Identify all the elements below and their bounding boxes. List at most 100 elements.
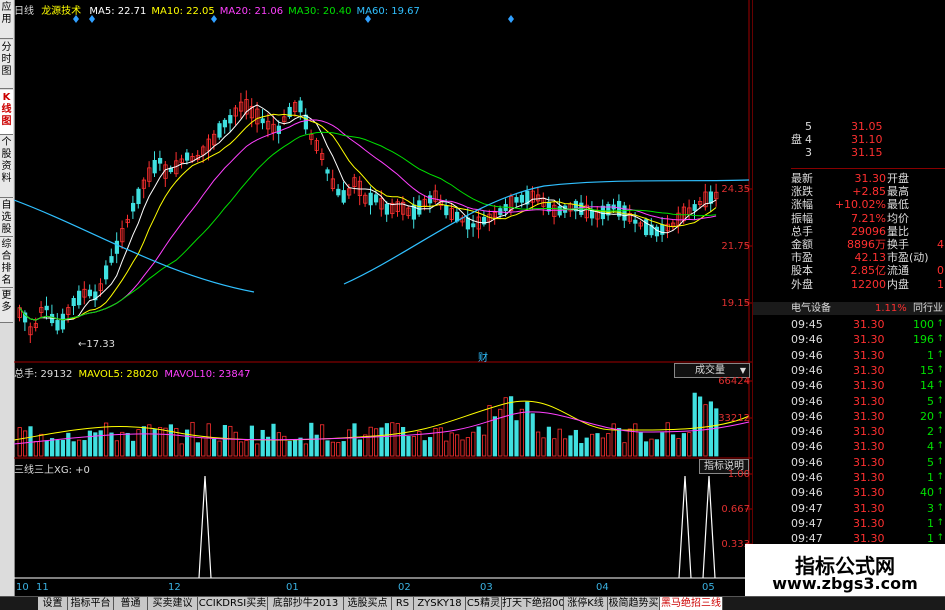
order-book-level: 5 (805, 120, 812, 133)
tick-row: 09:46 31.30 196 ↑ (753, 333, 945, 346)
sidebar-tab-4[interactable]: 自选股 (0, 198, 13, 237)
volume-bar (541, 437, 546, 457)
bottom-tab-9[interactable]: C5精灵 (466, 597, 502, 610)
tick-time: 09:46 (791, 471, 823, 484)
low-price-marker: ←17.33 (78, 339, 116, 350)
volume-bar (514, 420, 519, 457)
volume-bar (698, 396, 703, 457)
tick-time: 09:47 (791, 501, 823, 515)
bottom-tab-10[interactable]: 打天下绝招00 (502, 597, 564, 610)
period-label: 日线 (14, 6, 34, 17)
bottom-tab-2[interactable]: 普通 (114, 597, 148, 610)
volume-bar (363, 434, 368, 457)
candle-body (222, 119, 227, 128)
bottom-tab-0[interactable]: 设置 (38, 597, 68, 610)
volume-bar (671, 434, 676, 457)
volume-bar (238, 441, 244, 457)
volume-bar (104, 422, 109, 457)
candle-body (114, 240, 119, 254)
bottom-tab-8[interactable]: ZYSKY18 (414, 597, 466, 610)
sector-row[interactable]: 电气设备 1.11% 同行业 (753, 302, 945, 315)
volume-bar (417, 431, 422, 457)
candle-body (276, 125, 282, 134)
ma-legend: MA5: 22.71 MA10: 22.05 MA20: 21.06 MA30: 20… (84, 6, 420, 17)
bottom-tab-3[interactable]: 买卖建议 (148, 597, 198, 610)
candle-body (152, 160, 157, 174)
volume-bar (406, 436, 411, 457)
tick-volume: 196 (913, 333, 934, 347)
dropdown-label: 成交量 (695, 365, 725, 376)
volume-bar (141, 426, 146, 457)
volume-bar (368, 426, 373, 457)
stat-label: 股本 (791, 264, 813, 278)
volume-bar (195, 442, 200, 457)
signal-spike (678, 475, 692, 579)
sidebar-tab-5[interactable]: 综合排名 (0, 237, 13, 288)
order-book-level: 3 (805, 146, 812, 159)
chart-area[interactable]: 日线 龙源技术 MA5: 22.71 MA10: 22.05 MA20: 21.06… (14, 0, 752, 580)
candle-body (465, 217, 471, 230)
up-arrow-icon: ↑ (936, 364, 944, 375)
volume-bar (66, 432, 71, 457)
tick-volume: 2 (927, 425, 934, 439)
sidebar-tab-6[interactable]: 更多 (0, 288, 13, 323)
bottom-tab-1[interactable]: 指标平台 (68, 597, 114, 610)
up-arrow-icon: ↑ (936, 441, 944, 452)
volume-bar (352, 423, 357, 457)
quote-panel: 5 31.05 盘 4 31.10 3 31.15 最新 31.30 开盘 涨跌 +2.85 最高 涨幅 +… (752, 0, 945, 596)
up-arrow-icon: ↑ (936, 426, 944, 437)
tick-time: 09:46 (791, 363, 823, 377)
volume-header: 总手: 29132 MAVOL5: 28020 MAVOL10: 23847 (14, 365, 250, 380)
tick-volume: 15 (920, 363, 934, 377)
sidebar-tab-3[interactable]: 个股资料 (0, 135, 13, 198)
quote-stat-row: 涨幅 +10.02% 最低 (753, 198, 945, 211)
volume-bar (595, 433, 600, 457)
volume-bar (600, 437, 606, 457)
volume-bar (228, 425, 233, 457)
financial-event-marker[interactable]: 财 (478, 349, 488, 364)
volume-bar (676, 438, 681, 457)
bottom-tab-12[interactable]: 极简趋势买 (608, 597, 660, 610)
time-axis: 10 11 12 01 02 03 04 05 (14, 580, 752, 596)
stat-label-2: 内盘 (887, 277, 909, 291)
candle-body (444, 205, 449, 216)
volume-bar (687, 432, 692, 457)
sidebar-tab-2[interactable]: K线图 (0, 90, 13, 135)
candle-body (692, 204, 697, 211)
bottom-tab-6[interactable]: 选股买点 (344, 597, 392, 610)
volume-bar (60, 439, 66, 457)
volume-bar (87, 430, 92, 457)
stat-label: 总手 (791, 224, 813, 238)
sidebar-tab-1[interactable]: 分时图 (0, 40, 13, 89)
bottom-tab-13[interactable]: 黑马绝招三线 (660, 597, 723, 610)
bottom-tab-11[interactable]: 涨停K线 (564, 597, 608, 610)
tick-time: 09:46 (791, 379, 823, 393)
order-book-level: 4 (805, 133, 812, 146)
total-volume-label: 总手: 29132 (14, 369, 73, 380)
sidebar-tab-0[interactable]: 应用 (0, 0, 13, 39)
order-book-row: 盘 4 31.10 (753, 133, 945, 146)
tick-volume: 1 (927, 348, 934, 362)
tick-row: 09:46 31.30 20 ↑ (753, 410, 945, 423)
bottom-tab-5[interactable]: 底部抄牛2013 (268, 597, 344, 610)
tick-price: 31.30 (853, 394, 885, 408)
volume-bar (584, 437, 589, 457)
volume-bar (427, 437, 433, 457)
indicator-header: 三线三上XG: +0 (14, 465, 90, 476)
stat-value-2: 4 (937, 238, 944, 251)
bottom-tab-7[interactable]: RS (392, 597, 414, 610)
volume-bar (660, 432, 665, 457)
bottom-tab-4[interactable]: CCIKDRSI买卖 (198, 597, 268, 610)
tick-row: 09:46 31.30 14 ↑ (753, 379, 945, 392)
order-book-side: 盘 (791, 133, 802, 146)
indicator-tick-1: 1.00 (727, 469, 750, 480)
volume-bar (654, 439, 660, 457)
volume-bar (460, 439, 465, 457)
quote-divider (791, 168, 945, 169)
volume-bar (471, 431, 476, 457)
tick-row: 09:46 31.30 40 ↑ (753, 486, 945, 499)
price-header: 日线 龙源技术 MA5: 22.71 MA10: 22.05 MA20: 21.06… (14, 2, 420, 17)
tick-row: 09:46 31.30 4 ↑ (753, 440, 945, 453)
volume-bar (400, 427, 406, 457)
sector-compare: 同行业 (913, 303, 943, 314)
